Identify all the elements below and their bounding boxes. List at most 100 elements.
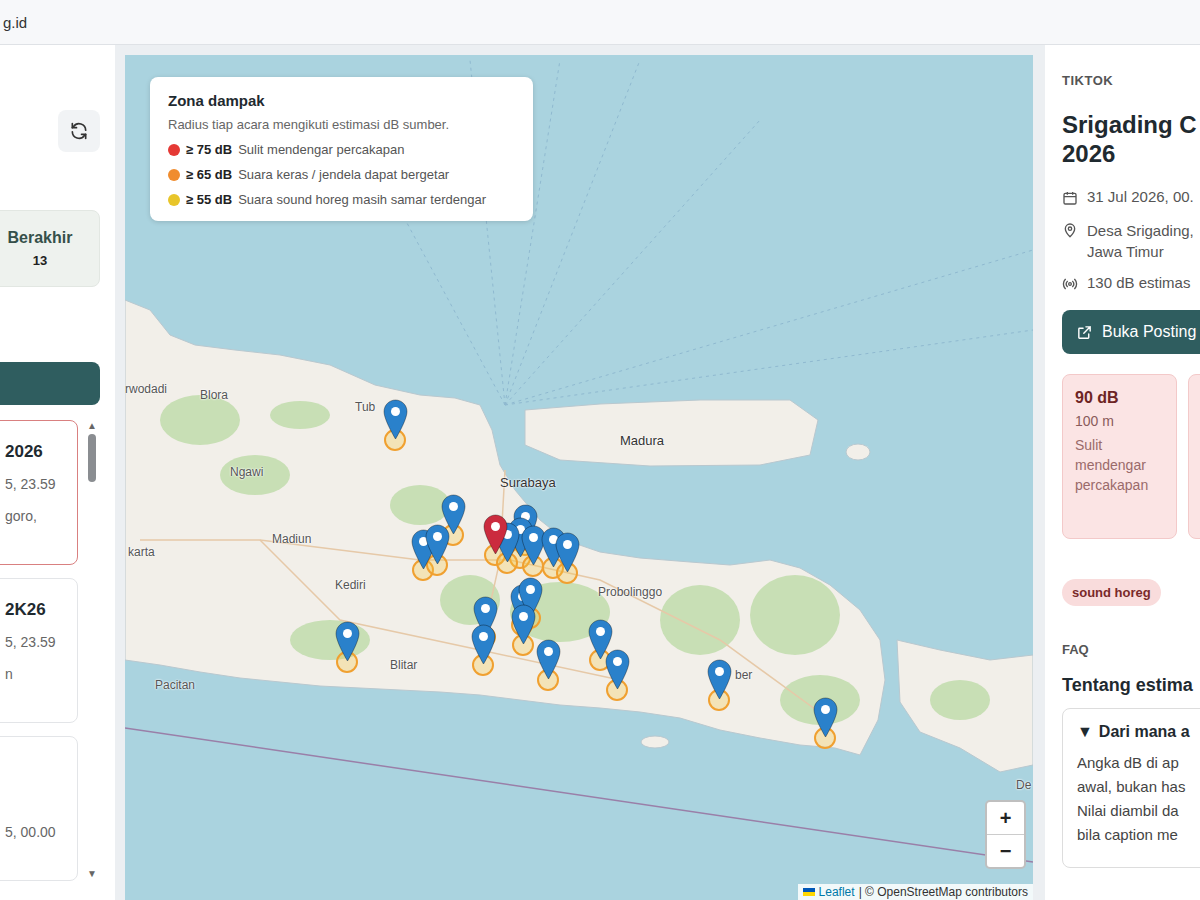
map-pin[interactable]: [605, 649, 630, 690]
legend-dot: [168, 169, 180, 181]
scroll-thumb[interactable]: [88, 434, 96, 482]
event-title: Srigading C2026: [1062, 110, 1200, 168]
scroll-up-button[interactable]: ▲: [87, 420, 97, 432]
title-line: Srigading C: [1062, 110, 1200, 139]
location-line: Jawa Timur: [1087, 241, 1194, 262]
pin-icon: [605, 649, 630, 690]
faq-details[interactable]: ▼ Dari mana a Angka dB di apawal, bukan ha…: [1062, 708, 1200, 868]
broadcast-icon: [1062, 276, 1078, 292]
map[interactable]: rwodadiBloraTubSurabayaMaduraNgawikartaM…: [125, 55, 1033, 900]
faq-question[interactable]: Dari mana a: [1099, 723, 1190, 741]
osm-attribution[interactable]: | © OpenStreetMap contributors: [859, 885, 1028, 899]
legend-subtitle: Radius tiap acara mengikuti estimasi dB …: [168, 117, 515, 132]
zone-card: [1188, 374, 1200, 539]
faq-title: Tentang estima: [1062, 675, 1200, 696]
legend-dot: [168, 194, 180, 206]
event-title[interactable]: 2026: [5, 441, 71, 463]
map-pin[interactable]: [511, 604, 536, 645]
pin-icon: [383, 399, 408, 440]
scroll-down-button[interactable]: ▼: [87, 868, 97, 880]
zoom-out-button[interactable]: −: [987, 834, 1024, 867]
place-label: Surabaya: [500, 475, 556, 490]
pin-icon: [521, 525, 546, 566]
stat-count: 13: [33, 253, 47, 268]
event-title[interactable]: 2K26: [5, 599, 71, 621]
map-pin[interactable]: [383, 399, 408, 440]
event-card[interactable]: 2K26 5, 23.59 n: [0, 578, 78, 723]
flag-icon: [803, 888, 815, 896]
map-pin[interactable]: [335, 621, 360, 662]
answer-line: Angka dB di ap: [1077, 751, 1200, 775]
map-legend: Zona dampakRadius tiap acara mengikuti e…: [150, 77, 533, 221]
legend-item: ≥ 55 dB Suara sound horeg masih samar ter…: [168, 192, 515, 207]
event-time[interactable]: 5, 23.59: [5, 631, 71, 653]
legend-threshold: ≥ 55 dB: [186, 192, 232, 207]
legend-item: ≥ 75 dBSulit mendengar percakapan: [168, 142, 515, 157]
event-time[interactable]: 5, 23.59: [5, 473, 71, 495]
legend-label: Suara keras / jendela dapat bergetar: [238, 167, 449, 182]
pin-icon: [707, 659, 732, 700]
map-pin[interactable]: [521, 525, 546, 566]
event-list-row: 20265, 23.59goro,2K265, 23.59n5, 00.00▲▼: [0, 420, 100, 880]
answer-line: awal, bukan has: [1077, 775, 1200, 799]
faq-summary[interactable]: ▼ Dari mana a: [1077, 723, 1200, 741]
event-card[interactable]: 2026 5, 23.59 goro,: [0, 420, 78, 565]
location-line: Desa Srigading,: [1087, 220, 1194, 241]
place-label: Madura: [620, 433, 664, 448]
place-label: De: [1016, 778, 1031, 792]
calendar-icon: [1062, 190, 1078, 206]
place-label: Ngawi: [230, 465, 263, 479]
location-row: Desa Srigading,Jawa Timur: [1062, 220, 1200, 262]
tag-pill[interactable]: sound horeg: [1062, 579, 1161, 606]
external-link-icon: [1076, 324, 1093, 341]
event-time[interactable]: 5, 00.00: [5, 821, 71, 843]
location-icon: [1062, 222, 1078, 238]
place-label: Pacitan: [155, 678, 195, 692]
map-pin[interactable]: [483, 514, 508, 555]
legend-label: Suara sound horeg masih samar terdengar: [238, 192, 486, 207]
map-pin[interactable]: [536, 639, 561, 680]
map-pin[interactable]: [707, 659, 732, 700]
date-icon-wrap: [1062, 188, 1078, 206]
legend-item: ≥ 65 dBSuara keras / jendela dapat berge…: [168, 167, 515, 182]
map-pin[interactable]: [425, 524, 450, 565]
zone-cards: 90 dB 100 m Sulit mendengar percakapan: [1062, 374, 1200, 539]
url-text[interactable]: g.id: [3, 14, 27, 31]
map-pin[interactable]: [813, 697, 838, 738]
zone-distance: 100 m: [1075, 413, 1164, 429]
map-pin[interactable]: [555, 532, 580, 573]
answer-line: Nilai diambil da: [1077, 799, 1200, 823]
place-label: Blora: [200, 388, 228, 402]
map-pin[interactable]: [471, 624, 496, 665]
refresh-icon: [69, 121, 89, 141]
pin-icon: [813, 697, 838, 738]
zone-db: 90 dB: [1075, 389, 1164, 407]
filter-bar[interactable]: [0, 362, 100, 405]
tag-list: sound horeg: [1062, 579, 1200, 606]
zoom-control: +−: [985, 800, 1026, 869]
zoom-in-button[interactable]: +: [987, 802, 1024, 834]
legend-threshold: ≥ 75 dB: [186, 142, 232, 157]
estimate-row: 130 dB estimas: [1062, 274, 1200, 292]
pin-icon: [471, 624, 496, 665]
date-row: 31 Jul 2026, 00.: [1062, 188, 1200, 206]
event-spacer: [5, 757, 71, 821]
expand-marker[interactable]: ▼: [1077, 723, 1093, 741]
place-label: Kediri: [335, 578, 366, 592]
leaflet-link[interactable]: Leaflet: [819, 885, 855, 899]
pin-icon: [425, 524, 450, 565]
open-post-button[interactable]: Buka Posting: [1062, 310, 1200, 354]
event-place[interactable]: goro,: [5, 505, 71, 527]
address-bar[interactable]: g.id: [0, 0, 1200, 45]
event-date: 31 Jul 2026, 00.: [1087, 188, 1194, 205]
estimate-icon-wrap: [1062, 274, 1078, 292]
event-card[interactable]: 5, 00.00: [0, 736, 78, 881]
pin-icon: [483, 514, 508, 555]
location-icon-wrap: [1062, 220, 1078, 238]
open-post-label[interactable]: Buka Posting: [1102, 323, 1196, 341]
event-list: 2026 5, 23.59 goro, 2K26 5, 23.59 n 5, 00.00: [0, 420, 78, 880]
event-place[interactable]: n: [5, 663, 71, 685]
list-scrollbar[interactable]: ▲▼: [86, 420, 98, 880]
refresh-button[interactable]: [58, 110, 100, 152]
zone-description: Sulit mendengar percakapan: [1075, 435, 1164, 495]
